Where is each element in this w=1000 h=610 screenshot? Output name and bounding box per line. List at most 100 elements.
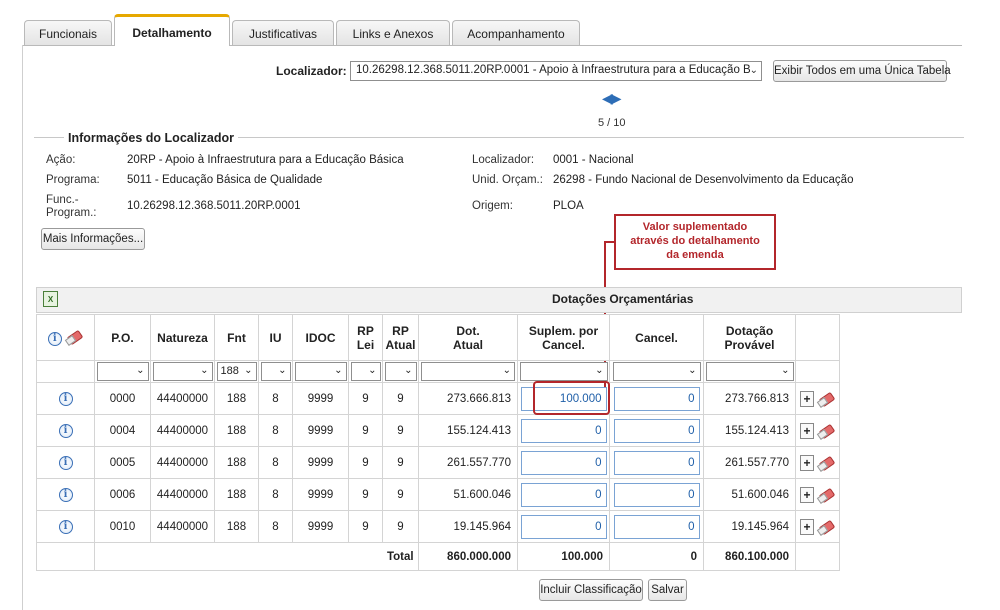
- filter-iu-select[interactable]: ⌄: [260, 362, 291, 381]
- cancel-input[interactable]: 0: [613, 418, 700, 443]
- show-all-button[interactable]: Exibir Todos em uma Única Tabela: [773, 60, 951, 82]
- tab-links-anexos[interactable]: Links e Anexos: [336, 20, 450, 46]
- total-blank-3: [795, 542, 840, 571]
- filter-dot-atual-select[interactable]: ⌄: [421, 362, 515, 381]
- header-suplem-2: Cancel.: [542, 337, 585, 352]
- cell-cancel: 0: [609, 510, 704, 543]
- add-row-button[interactable]: +: [800, 454, 814, 471]
- add-row-button[interactable]: +: [800, 390, 814, 407]
- cell-spacer: [840, 415, 967, 447]
- info-icon[interactable]: i: [58, 391, 73, 406]
- cancel-input[interactable]: 0: [613, 514, 700, 539]
- tab-justificativas[interactable]: Justificativas: [232, 20, 334, 46]
- filter-po-select[interactable]: ⌄: [96, 362, 149, 381]
- cell-iu: 8: [258, 478, 293, 511]
- filter-dot-provavel-select[interactable]: ⌄: [705, 362, 794, 381]
- cell-iu: 8: [258, 510, 293, 543]
- cell-dot-provavel: 51.600.046: [703, 478, 796, 511]
- filter-fnt-select[interactable]: 188 ⌄: [216, 362, 257, 381]
- info-icon[interactable]: i: [47, 331, 62, 346]
- suplem-input[interactable]: 0: [520, 450, 607, 475]
- callout-line-1: Valor suplementado: [642, 221, 748, 233]
- suplem-input[interactable]: 0: [520, 514, 607, 539]
- cell-idoc: 9999: [292, 478, 349, 511]
- filter-idoc-select[interactable]: ⌄: [294, 362, 347, 381]
- chevron-down-icon: ⌄: [244, 365, 253, 376]
- cell-dot-atual: 19.145.964: [418, 510, 518, 543]
- func-label-1: Func.-: [46, 194, 79, 206]
- callout-line-3: da emenda: [666, 249, 724, 261]
- suplem-input[interactable]: 100.000: [520, 386, 607, 411]
- total-blank-1: [36, 542, 95, 571]
- cell-po: 0000: [94, 382, 151, 415]
- filter-suplem: ⌄: [517, 360, 610, 383]
- cell-row-actions: +: [795, 446, 840, 479]
- callout-line-2: através do detalhamento: [630, 235, 760, 247]
- excel-export-icon[interactable]: X: [43, 291, 58, 307]
- filter-suplem-select[interactable]: ⌄: [519, 362, 608, 381]
- cancel-input[interactable]: 0: [613, 450, 700, 475]
- cell-rp-atual: 9: [382, 510, 419, 543]
- info-icon[interactable]: i: [58, 519, 73, 534]
- add-row-button[interactable]: +: [800, 486, 814, 503]
- cell-rp-atual: 9: [382, 414, 419, 447]
- dotacoes-table: i P.O. Natureza Fnt IU IDOC RP Lei RP Atua…: [36, 314, 967, 571]
- chevron-down-icon: ⌄: [278, 365, 287, 376]
- table-row: i 0000 44400000 188 8 9999 9 9 273.666.8…: [36, 382, 967, 415]
- eraser-icon[interactable]: [817, 391, 835, 407]
- chevron-down-icon: ⌄: [688, 365, 697, 376]
- eraser-icon[interactable]: [817, 455, 835, 471]
- func-label-2: Program.:: [46, 207, 97, 219]
- filter-cancel-select[interactable]: ⌄: [612, 362, 701, 381]
- info-icon[interactable]: i: [58, 423, 73, 438]
- cell-rp-atual: 9: [382, 478, 419, 511]
- header-rp-lei: RP Lei: [348, 314, 383, 361]
- filter-natureza-select[interactable]: ⌄: [152, 362, 213, 381]
- suplem-input[interactable]: 0: [520, 482, 607, 507]
- suplem-input[interactable]: 0: [520, 418, 607, 443]
- cell-cancel: 0: [609, 446, 704, 479]
- cell-cancel: 0: [609, 382, 704, 415]
- eraser-icon[interactable]: [65, 329, 83, 345]
- tab-acompanhamento[interactable]: Acompanhamento: [452, 20, 580, 46]
- cell-dot-provavel: 19.145.964: [703, 510, 796, 543]
- add-row-button[interactable]: +: [800, 422, 814, 439]
- cancel-input[interactable]: 0: [613, 482, 700, 507]
- filter-rp-lei: ⌄: [348, 360, 383, 383]
- tab-detalhamento[interactable]: Detalhamento: [114, 14, 230, 46]
- header-rp-lei-1: RP: [357, 323, 374, 338]
- table-row: i 0010 44400000 188 8 9999 9 9 19.145.96…: [36, 510, 967, 543]
- add-row-button[interactable]: +: [800, 518, 814, 535]
- filter-rp-atual-select[interactable]: ⌄: [384, 362, 417, 381]
- salvar-button[interactable]: Salvar: [648, 579, 687, 601]
- eraser-icon[interactable]: [817, 487, 835, 503]
- filter-fnt: 188 ⌄: [214, 360, 259, 383]
- localizador-select[interactable]: 10.26298.12.368.5011.20RP.0001 - Apoio à…: [350, 61, 762, 81]
- cell-spacer: [840, 511, 967, 543]
- tab-funcionais[interactable]: Funcionais: [24, 20, 112, 46]
- filter-rp-lei-select[interactable]: ⌄: [350, 362, 381, 381]
- cell-po: 0005: [94, 446, 151, 479]
- eraser-icon[interactable]: [817, 423, 835, 439]
- cell-fnt: 188: [214, 478, 259, 511]
- chevron-down-icon: ⌄: [781, 365, 790, 376]
- incluir-classificacao-button[interactable]: Incluir Classificação: [539, 579, 643, 601]
- info-icon[interactable]: i: [58, 455, 73, 470]
- header-rp-atual-2: Atual: [385, 337, 416, 352]
- more-info-button[interactable]: Mais Informações...: [41, 228, 145, 250]
- total-suplem: 100.000: [517, 542, 610, 571]
- row-info: i: [36, 382, 95, 415]
- cell-iu: 8: [258, 446, 293, 479]
- cell-suplem: 0: [517, 446, 610, 479]
- prev-arrow-icon[interactable]: ◀: [602, 90, 613, 106]
- info-icon[interactable]: i: [58, 487, 73, 502]
- total-cancel: 0: [609, 542, 704, 571]
- eraser-icon[interactable]: [817, 519, 835, 535]
- cell-idoc: 9999: [292, 446, 349, 479]
- info-legend: Informações do Localizador: [64, 131, 239, 145]
- filter-rp-atual: ⌄: [382, 360, 419, 383]
- next-arrow-icon[interactable]: ▶: [611, 90, 622, 106]
- cell-po: 0010: [94, 510, 151, 543]
- header-po: P.O.: [94, 314, 151, 361]
- cancel-input[interactable]: 0: [613, 386, 700, 411]
